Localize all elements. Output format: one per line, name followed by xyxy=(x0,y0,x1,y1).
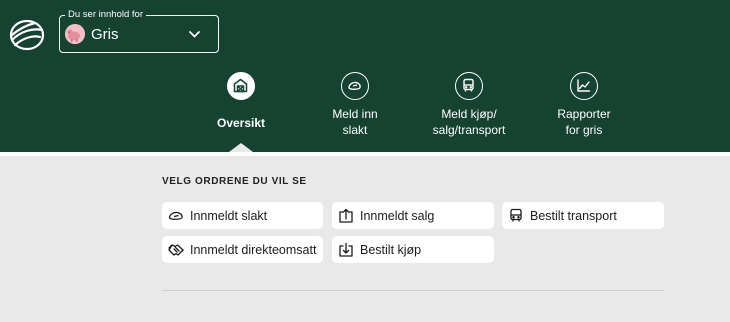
nav-item-label: Meld inn slakt xyxy=(332,107,378,137)
nav-item-meld-inn-slakt[interactable]: Meld inn slakt xyxy=(295,72,415,142)
order-button-label: Innmeldt slakt xyxy=(190,209,268,223)
order-button-innmeldt-direkteomsatt[interactable]: Innmeldt direkteomsatt xyxy=(162,236,323,263)
order-button-bestilt-kjop[interactable]: Bestilt kjøp xyxy=(332,236,494,263)
orders-section-title: VELG ORDRENE DU VIL SE xyxy=(162,176,307,187)
order-button-bestilt-transport[interactable]: Bestilt transport xyxy=(502,202,664,229)
field-logo-icon[interactable] xyxy=(9,19,45,51)
divider xyxy=(162,290,664,291)
truck-icon xyxy=(455,72,483,100)
order-button-label: Bestilt transport xyxy=(530,209,617,223)
animal-select[interactable]: Du ser innhold for Gris xyxy=(59,9,219,53)
animal-select-value: Gris xyxy=(91,26,119,43)
nav-item-meld-kjop-salg-transport[interactable]: Meld kjøp/ salg/transport xyxy=(409,72,529,142)
nav-bottom-strip xyxy=(0,152,730,156)
order-button-innmeldt-slakt[interactable]: Innmeldt slakt xyxy=(162,202,323,229)
box-down-icon xyxy=(339,242,353,257)
nav-item-label: Rapporter for gris xyxy=(557,107,611,137)
carcass-icon xyxy=(168,211,183,220)
order-button-label: Innmeldt salg xyxy=(360,209,435,223)
order-button-innmeldt-salg[interactable]: Innmeldt salg xyxy=(332,202,494,229)
carcass-icon xyxy=(341,72,369,100)
active-tab-pointer xyxy=(229,143,253,152)
nav-item-label: Oversikt xyxy=(216,116,266,130)
pig-avatar-icon xyxy=(65,24,85,44)
order-button-label: Bestilt kjøp xyxy=(360,243,422,257)
animal-select-legend: Du ser innhold for xyxy=(65,9,146,21)
nav-item-rapporter-for-gris[interactable]: Rapporter for gris xyxy=(524,72,644,142)
chart-icon xyxy=(570,72,598,100)
nav-item-oversikt[interactable]: Oversikt xyxy=(181,72,301,142)
barn-icon xyxy=(227,72,255,100)
truck-icon xyxy=(510,208,522,222)
handshake-icon xyxy=(168,244,184,256)
top-bar: Du ser innhold for Gris Oversikt Meld in… xyxy=(0,0,730,152)
nav-item-label: Meld kjøp/ salg/transport xyxy=(432,107,506,137)
chevron-down-icon xyxy=(189,31,200,38)
box-up-icon xyxy=(339,208,353,223)
order-button-label: Innmeldt direkteomsatt xyxy=(190,243,317,257)
